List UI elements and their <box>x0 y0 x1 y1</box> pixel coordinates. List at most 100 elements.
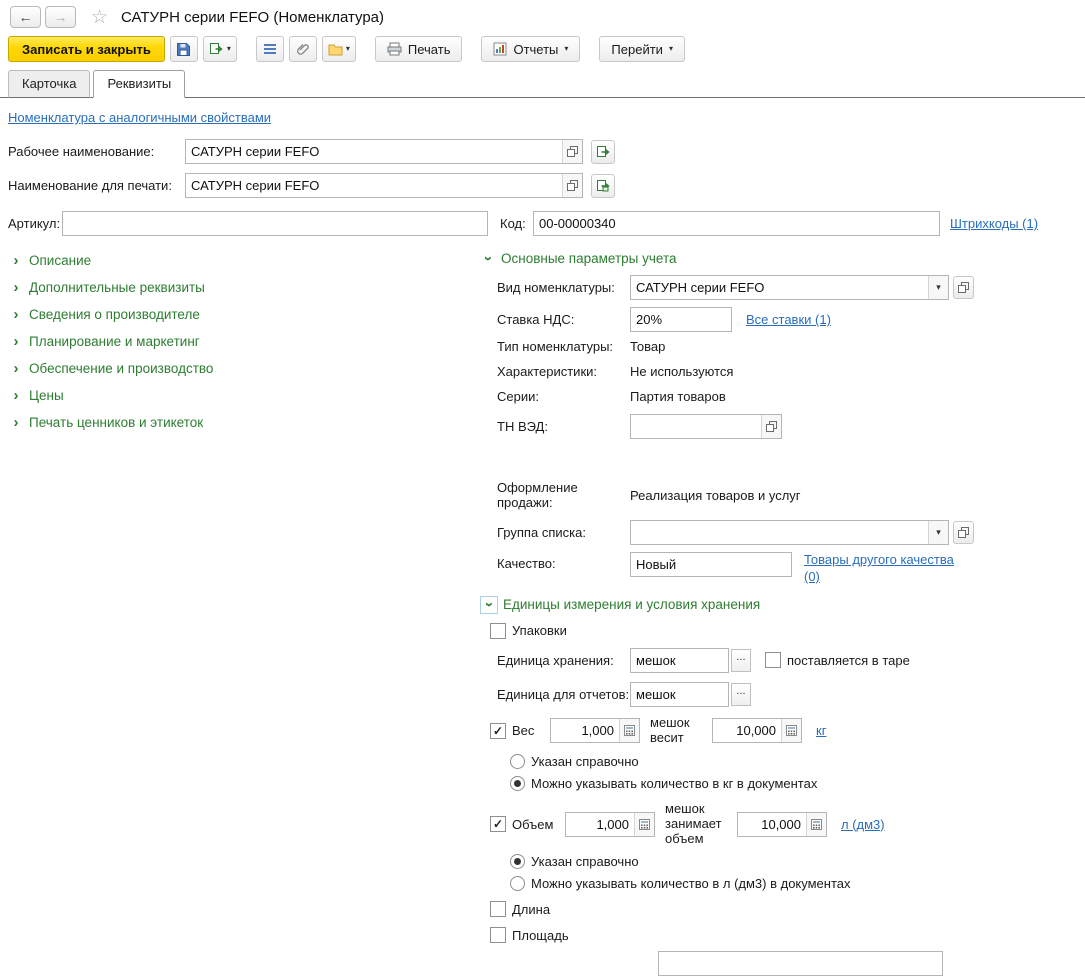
area-checkbox[interactable] <box>490 927 506 944</box>
forward-button[interactable]: → <box>45 6 76 28</box>
volume-reference-radio[interactable] <box>510 854 525 870</box>
code-label: Код: <box>500 216 526 231</box>
section-manufacturer-info[interactable]: › Сведения о производителе <box>8 306 480 322</box>
ellipsis-icon: ... <box>736 684 746 697</box>
caret-down-icon: ▾ <box>936 527 941 537</box>
back-arrow-icon: ← <box>18 9 33 25</box>
print-name-input[interactable] <box>186 174 562 197</box>
working-name-input[interactable] <box>186 140 562 163</box>
weight-in-docs-radio[interactable] <box>510 775 525 791</box>
save-and-close-button[interactable]: Записать и закрыть <box>8 36 165 62</box>
quality-input[interactable] <box>631 553 791 576</box>
details-tab-content: Номенклатура с аналогичными свойствами Р… <box>0 98 1085 976</box>
change-group-button[interactable]: ▾ <box>321 36 356 62</box>
barcodes-link[interactable]: Штрихкоды (1) <box>950 216 1038 231</box>
report-unit-row: Единица для отчетов: ... <box>480 681 1077 707</box>
volume-in-docs-label[interactable]: Можно указывать количество в л (дм3) в д… <box>531 876 851 891</box>
print-name-row: Наименование для печати: <box>8 173 1077 198</box>
tare-checkbox[interactable] <box>765 652 781 669</box>
area-label[interactable]: Площадь <box>512 928 569 943</box>
volume-label[interactable]: Объем <box>512 817 557 832</box>
report-unit-select-button[interactable]: ... <box>731 682 751 706</box>
storage-unit-input[interactable] <box>631 648 728 672</box>
working-name-open-button[interactable] <box>562 140 582 163</box>
volume-in-docs-radio[interactable] <box>510 876 525 892</box>
print-button[interactable]: Печать <box>374 36 463 62</box>
report-unit-input[interactable] <box>631 682 728 706</box>
volume-qty-calc-button[interactable] <box>634 812 654 836</box>
volume-unit-link[interactable]: л (дм3) <box>841 817 885 832</box>
clipped-bottom-input[interactable] <box>659 952 942 976</box>
form-columns: › Описание › Дополнительные реквизиты › … <box>8 250 1077 976</box>
kind-row: Вид номенклатуры: ▾ <box>480 275 1077 300</box>
volume-l-input[interactable] <box>738 812 806 836</box>
chevron-glyph: › <box>13 278 19 296</box>
main-params-header[interactable]: › Основные параметры учета <box>480 250 1077 266</box>
kind-open-button[interactable] <box>953 276 974 299</box>
units-section-header[interactable]: › Единицы измерения и условия хранения <box>480 595 1077 614</box>
section-additional-attributes[interactable]: › Дополнительные реквизиты <box>8 279 480 295</box>
similar-properties-link[interactable]: Номенклатура с аналогичными свойствами <box>8 110 271 125</box>
save-button[interactable] <box>169 36 198 62</box>
length-checkbox[interactable] <box>490 901 506 918</box>
weight-kg-calc-button[interactable] <box>781 719 801 743</box>
open-icon <box>567 146 578 157</box>
kind-input[interactable] <box>631 276 928 299</box>
section-prices[interactable]: › Цены <box>8 387 480 403</box>
article-input[interactable] <box>63 212 487 235</box>
weight-in-docs-label[interactable]: Можно указывать количество в кг в докуме… <box>531 776 817 791</box>
tab-details[interactable]: Реквизиты <box>93 70 186 98</box>
storage-unit-select-button[interactable]: ... <box>731 648 751 672</box>
volume-qty-field <box>565 811 655 837</box>
kind-dropdown-button[interactable]: ▾ <box>928 276 948 299</box>
volume-checkbox[interactable]: ✓ <box>490 816 506 833</box>
weight-qty-calc-button[interactable] <box>619 719 639 743</box>
section-description[interactable]: › Описание <box>8 252 480 268</box>
code-input[interactable] <box>534 212 939 235</box>
volume-qty-input[interactable] <box>566 812 634 836</box>
kg-unit-link[interactable]: кг <box>816 723 826 738</box>
section-supply-production[interactable]: › Обеспечение и производство <box>8 360 480 376</box>
tnved-open-button[interactable] <box>761 415 781 438</box>
weight-kg-input[interactable] <box>713 719 781 743</box>
movements-button[interactable] <box>255 36 284 62</box>
favorite-star-icon[interactable]: ☆ <box>91 8 108 27</box>
report-unit-field <box>630 681 729 707</box>
calculator-icon <box>624 725 635 737</box>
list-group-open-button[interactable] <box>953 521 974 544</box>
section-price-tags-labels[interactable]: › Печать ценников и этикеток <box>8 414 480 430</box>
tnved-input[interactable] <box>631 415 761 438</box>
list-group-dropdown-button[interactable]: ▾ <box>928 521 948 544</box>
paperclip-icon <box>296 44 309 55</box>
volume-reference-label[interactable]: Указан справочно <box>531 854 639 869</box>
section-planning-marketing[interactable]: › Планирование и маркетинг <box>8 333 480 349</box>
goto-button[interactable]: Перейти ▾ <box>599 36 685 62</box>
tare-label[interactable]: поставляется в таре <box>787 653 910 668</box>
vat-input[interactable] <box>631 308 731 331</box>
create-based-on-button[interactable]: ▾ <box>202 36 237 62</box>
print-name-sync-button[interactable] <box>591 173 615 198</box>
list-group-input[interactable] <box>631 521 928 544</box>
section-label: Дополнительные реквизиты <box>29 279 205 295</box>
weight-reference-label[interactable]: Указан справочно <box>531 754 639 769</box>
length-label[interactable]: Длина <box>512 902 550 917</box>
tnved-label: ТН ВЭД: <box>497 419 548 434</box>
weight-checkbox[interactable]: ✓ <box>490 722 506 739</box>
weight-label[interactable]: Вес <box>512 723 542 738</box>
chevron-right-icon: › <box>8 387 24 403</box>
weight-qty-input[interactable] <box>551 719 619 743</box>
back-button[interactable]: ← <box>10 6 41 28</box>
chevron-glyph: › <box>13 386 19 404</box>
packaging-label[interactable]: Упаковки <box>512 623 567 638</box>
print-name-open-button[interactable] <box>562 174 582 197</box>
working-name-sync-button[interactable] <box>591 139 615 164</box>
article-code-row: Артикул: Код: Штрихкоды (1) <box>8 211 1077 236</box>
attachments-button[interactable] <box>288 36 317 62</box>
packaging-checkbox[interactable] <box>490 622 506 639</box>
tab-card[interactable]: Карточка <box>8 70 91 98</box>
volume-l-calc-button[interactable] <box>806 812 826 836</box>
other-quality-link[interactable]: Товары другого качества (0) <box>804 552 962 586</box>
reports-button[interactable]: Отчеты ▾ <box>481 36 581 62</box>
all-vat-rates-link[interactable]: Все ставки (1) <box>746 312 831 327</box>
weight-reference-radio[interactable] <box>510 753 525 769</box>
